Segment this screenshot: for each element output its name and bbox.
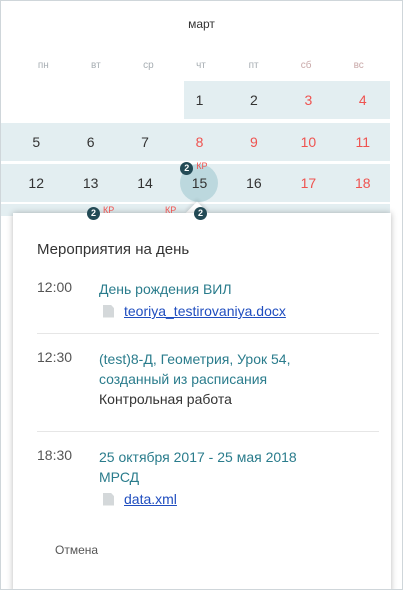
event-time: 12:00 bbox=[37, 279, 73, 295]
weekday-header: пн вт ср чт пт сб вс bbox=[17, 60, 385, 71]
weekday-wed: ср bbox=[143, 60, 154, 71]
day-cell[interactable]: 1 bbox=[172, 81, 226, 119]
event-item: 18:30 25 октября 2017 - 25 мая 2018 МРСД… bbox=[37, 447, 377, 517]
attachment: data.xml bbox=[99, 489, 379, 509]
file-icon bbox=[103, 304, 114, 318]
day-cell-empty bbox=[9, 81, 63, 119]
day-cell-empty bbox=[63, 81, 117, 119]
weekday-thu: чт bbox=[196, 60, 206, 71]
day-cell[interactable]: 6 bbox=[63, 123, 117, 161]
test-label: КР bbox=[103, 205, 115, 215]
day-cell[interactable]: 9 bbox=[227, 123, 281, 161]
weekday-tue: вт bbox=[91, 60, 101, 71]
day-cell[interactable]: 11 bbox=[336, 123, 390, 161]
weekday-sat: сб bbox=[300, 60, 312, 71]
event-subtitle: Контрольная работа bbox=[99, 391, 232, 407]
day-cell[interactable]: 3 bbox=[281, 81, 335, 119]
test-label: КР bbox=[196, 161, 208, 171]
month-title: март bbox=[188, 17, 215, 31]
day-cell[interactable]: 17 bbox=[281, 164, 335, 202]
attachment: teoriya_testirovaniya.docx bbox=[99, 301, 379, 321]
event-title[interactable]: МРСД bbox=[99, 467, 379, 487]
attachment-link[interactable]: teoriya_testirovaniya.docx bbox=[124, 301, 286, 321]
event-title-line2[interactable]: созданный из расписания bbox=[99, 369, 379, 389]
weekday-mon: пн bbox=[37, 60, 49, 71]
day-cell[interactable]: 4 bbox=[336, 81, 390, 119]
test-label: КР bbox=[165, 205, 177, 215]
day-cell-empty bbox=[118, 81, 172, 119]
event-divider bbox=[37, 431, 379, 432]
day-cell[interactable]: 18 bbox=[336, 164, 390, 202]
day-cell[interactable]: 10 bbox=[281, 123, 335, 161]
calendar-week-1: 1 2 3 4 bbox=[1, 81, 390, 119]
day-cell[interactable]: 13 bbox=[63, 164, 117, 202]
event-item: 12:00 День рождения ВИЛ teoriya_testirov… bbox=[37, 279, 377, 329]
popup-title: Мероприятия на день bbox=[37, 241, 190, 258]
calendar-week-3: 12 13 14 2 КР 15 16 17 18 bbox=[1, 161, 390, 202]
file-icon bbox=[103, 492, 114, 506]
calendar-week-2: 5 6 7 8 9 10 11 bbox=[1, 123, 390, 161]
day-cell[interactable]: 8 bbox=[172, 123, 226, 161]
day-cell[interactable]: 14 bbox=[118, 164, 172, 202]
event-divider bbox=[37, 333, 379, 334]
day-cell[interactable]: 12 bbox=[9, 164, 63, 202]
event-title[interactable]: День рождения ВИЛ bbox=[99, 279, 379, 299]
day-cell[interactable]: 7 bbox=[118, 123, 172, 161]
weekday-sun: вс bbox=[353, 60, 364, 71]
event-title-line1[interactable]: (test)8-Д, Геометрия, Урок 54, bbox=[99, 349, 379, 369]
cancel-button[interactable]: Отмена bbox=[55, 543, 98, 557]
day-cell-selected[interactable]: 2 КР 15 bbox=[172, 161, 226, 202]
event-item: 12:30 (test)8-Д, Геометрия, Урок 54, соз… bbox=[37, 349, 377, 413]
event-time: 18:30 bbox=[37, 447, 73, 463]
event-count-badge: 2 bbox=[194, 207, 207, 220]
event-count-badge: 2 bbox=[87, 207, 100, 220]
calendar-widget: март пн вт ср чт пт сб вс 1 2 3 4 5 6 7 … bbox=[0, 0, 403, 590]
weekday-fri: пт bbox=[248, 60, 259, 71]
day-events-popup: Мероприятия на день 12:00 День рождения … bbox=[13, 213, 391, 589]
event-dates[interactable]: 25 октября 2017 - 25 мая 2018 bbox=[99, 447, 379, 467]
day-cell[interactable]: 16 bbox=[227, 164, 281, 202]
event-time: 12:30 bbox=[37, 349, 73, 365]
day-cell[interactable]: 5 bbox=[9, 123, 63, 161]
attachment-link[interactable]: data.xml bbox=[124, 489, 177, 509]
day-cell[interactable]: 2 bbox=[227, 81, 281, 119]
